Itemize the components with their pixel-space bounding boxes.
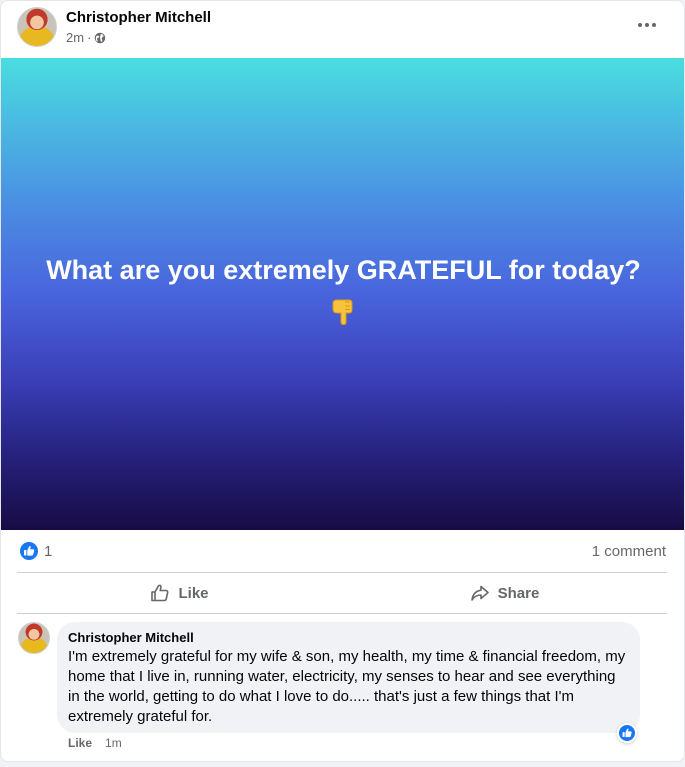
globe-icon bbox=[95, 32, 106, 43]
like-button-label: Like bbox=[178, 584, 209, 602]
commenter-avatar[interactable] bbox=[18, 622, 50, 654]
author-avatar[interactable] bbox=[17, 7, 57, 47]
comment-reaction-badge[interactable] bbox=[617, 723, 637, 743]
more-dots-icon bbox=[652, 23, 656, 27]
share-arrow-icon bbox=[470, 585, 489, 601]
like-badge-icon[interactable] bbox=[20, 542, 38, 560]
comment-timestamp[interactable]: 1m bbox=[105, 736, 122, 750]
post-header: Christopher Mitchell 2m · bbox=[1, 1, 684, 58]
comment-like-link[interactable]: Like bbox=[68, 736, 92, 750]
meta-separator: · bbox=[87, 30, 92, 45]
finger-pointing-down-emoji bbox=[332, 299, 352, 325]
comment-bubble: Christopher Mitchell I'm extremely grate… bbox=[57, 622, 640, 733]
comment-text: I'm extremely grateful for my wife & son… bbox=[68, 648, 626, 725]
more-dots-icon bbox=[638, 23, 642, 27]
post-card: Christopher Mitchell 2m · What are you e… bbox=[0, 0, 685, 762]
more-dots-icon bbox=[645, 23, 649, 27]
background-text-post: What are you extremely GRATEFUL for toda… bbox=[1, 58, 684, 530]
like-badge-icon bbox=[619, 725, 635, 741]
reaction-count[interactable]: 1 bbox=[44, 543, 52, 560]
post-action-bar: Like Share bbox=[17, 572, 667, 614]
comment-actions: Like 1m bbox=[68, 736, 122, 750]
thumbs-up-icon bbox=[151, 584, 169, 602]
share-button-label: Share bbox=[497, 584, 540, 602]
reaction-summary: 1 1 comment bbox=[17, 537, 667, 565]
share-button[interactable]: Share bbox=[342, 573, 667, 613]
more-options-button[interactable] bbox=[632, 11, 662, 39]
background-post-text: What are you extremely GRATEFUL for toda… bbox=[44, 250, 644, 330]
post-meta: 2m · bbox=[66, 30, 106, 45]
comment-count-link[interactable]: 1 comment bbox=[592, 543, 666, 560]
like-button[interactable]: Like bbox=[17, 573, 342, 613]
comment-author[interactable]: Christopher Mitchell bbox=[68, 631, 628, 645]
post-timestamp[interactable]: 2m bbox=[66, 30, 84, 45]
background-post-message: What are you extremely GRATEFUL for toda… bbox=[46, 254, 641, 285]
author-name[interactable]: Christopher Mitchell bbox=[66, 9, 211, 26]
